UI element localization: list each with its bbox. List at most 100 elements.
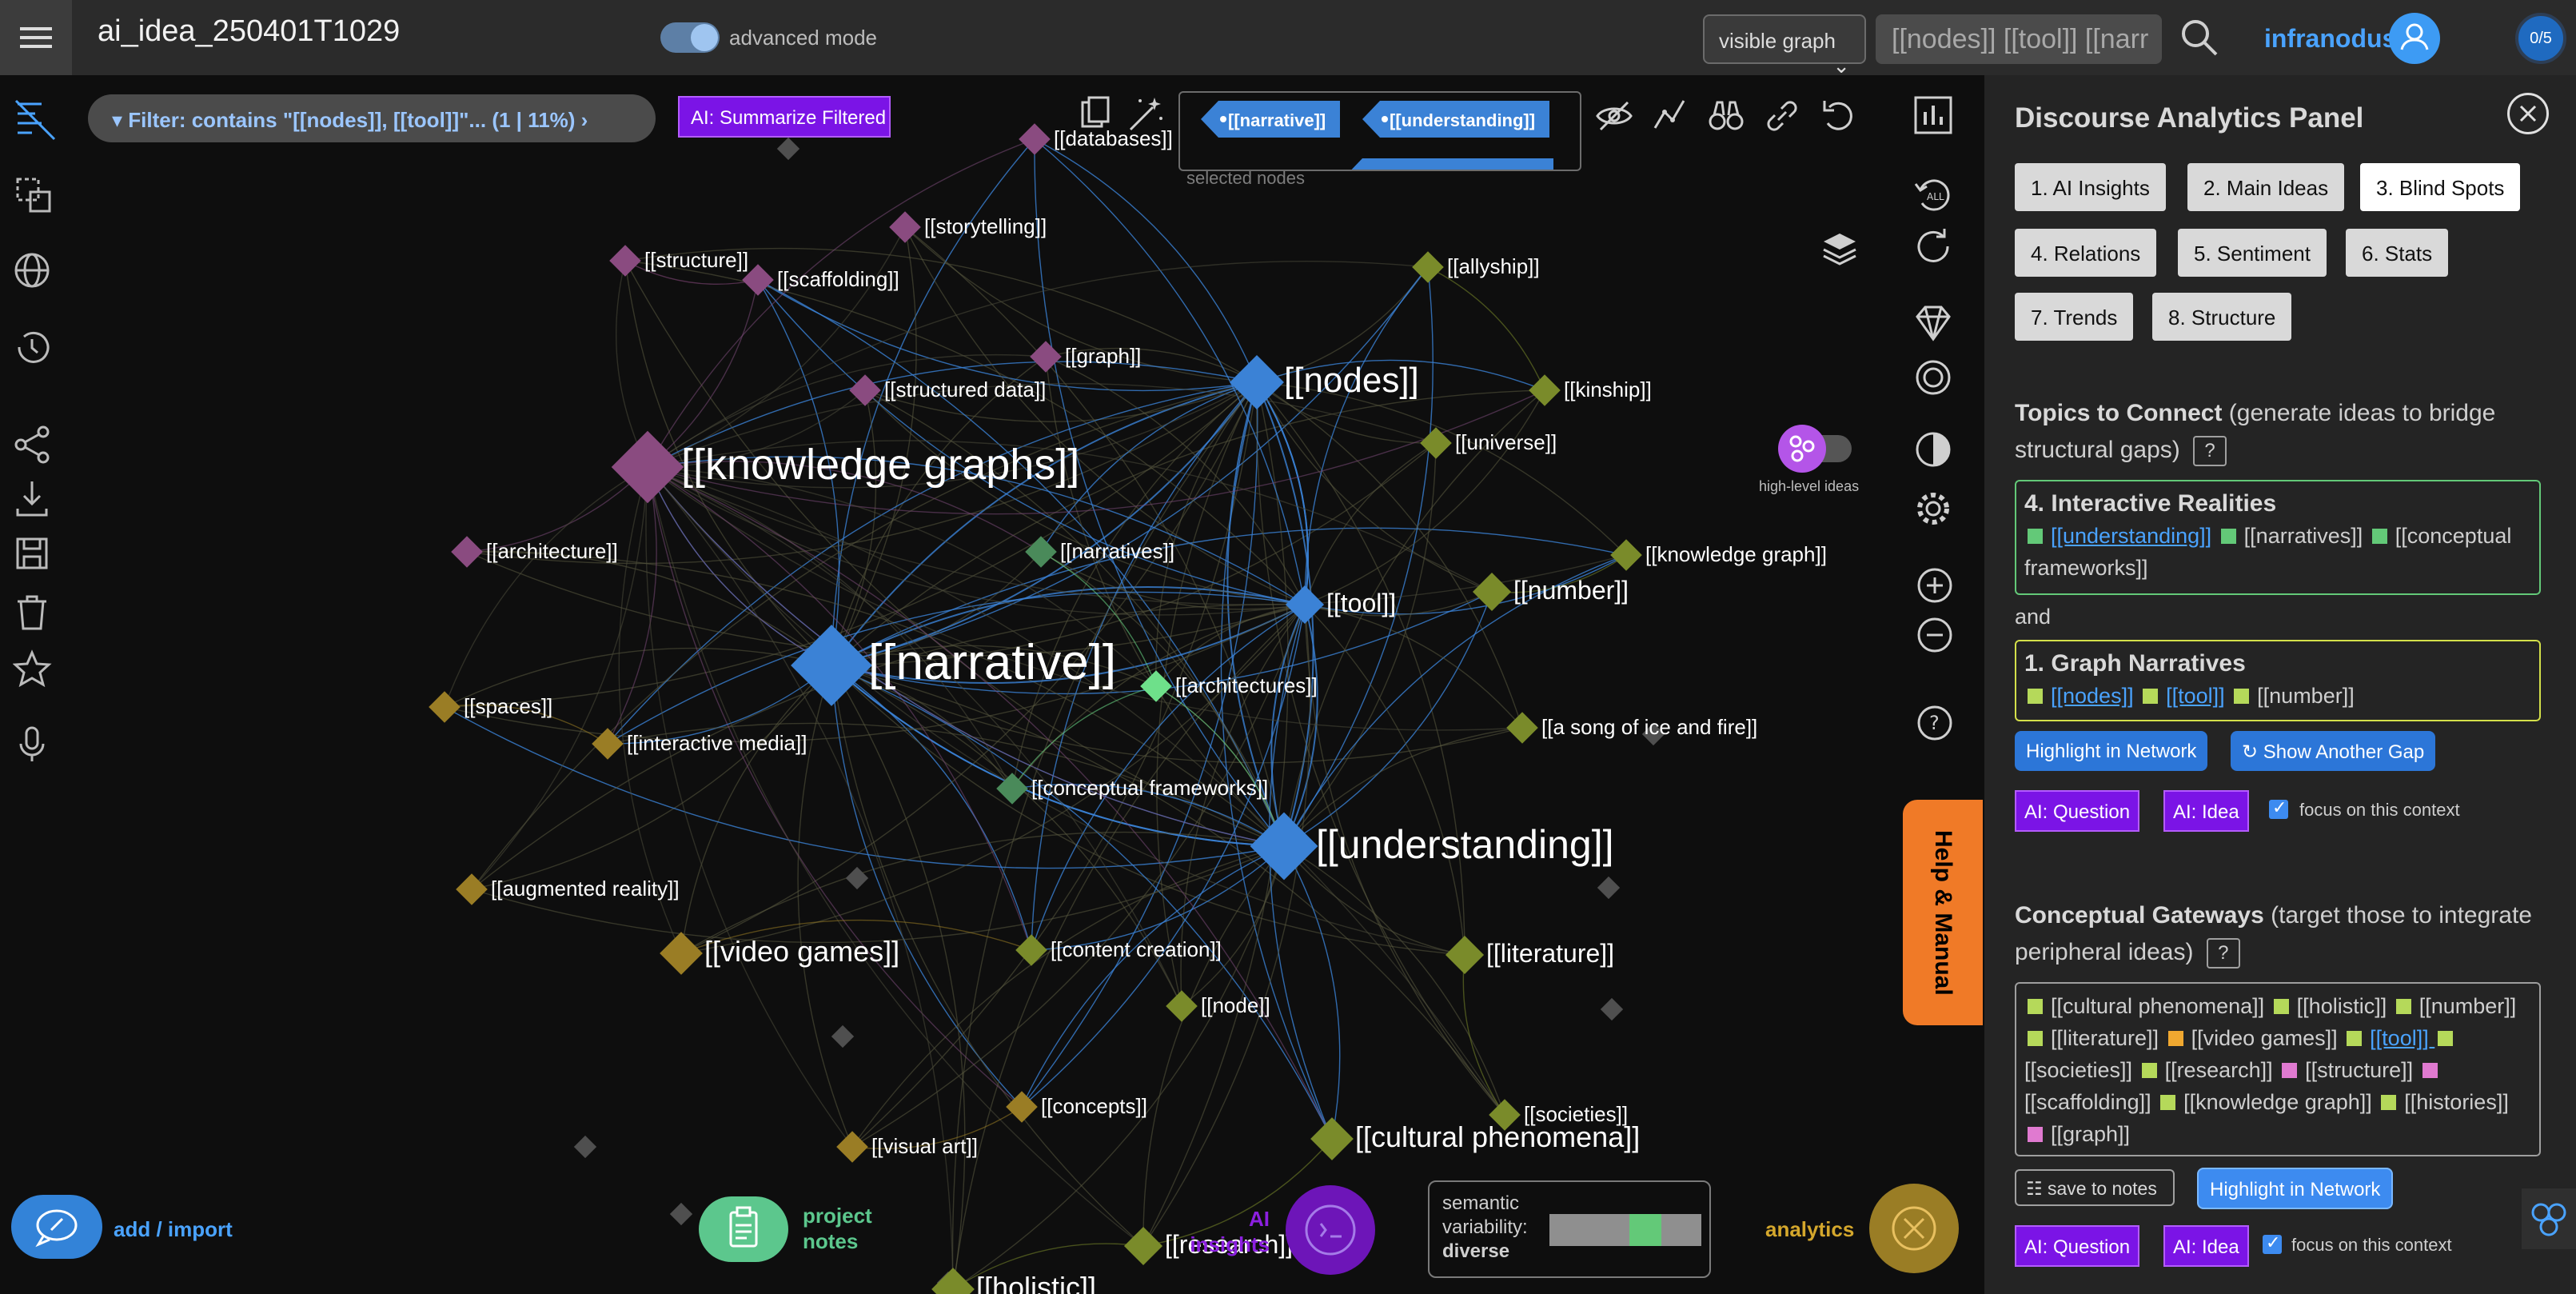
save-icon[interactable] <box>13 534 58 579</box>
graph-node[interactable] <box>592 728 624 760</box>
analytics-button[interactable] <box>1869 1184 1959 1273</box>
chart-icon[interactable] <box>1912 94 1954 136</box>
graph-node-label[interactable]: [[structure]] <box>644 250 748 270</box>
trash-icon[interactable] <box>13 593 58 638</box>
save-to-notes-button[interactable]: ☷ save to notes <box>2015 1169 2175 1206</box>
graph-node[interactable] <box>1310 1117 1354 1160</box>
tab-sentiment[interactable]: 5. Sentiment <box>2178 229 2327 277</box>
graph-node-label[interactable]: [[cultural phenomena]] <box>1355 1123 1640 1152</box>
ai-summarize-filtered-button[interactable]: AI: Summarize Filtered <box>678 96 891 138</box>
graph-node[interactable] <box>1420 427 1452 459</box>
graph-node-label[interactable]: [[interactive media]] <box>627 733 807 753</box>
gateways-ai-question-button[interactable]: AI: Question <box>2015 1225 2140 1267</box>
tab-structure[interactable]: 8. Structure <box>2152 293 2292 341</box>
graph-node-label[interactable]: [[scaffolding]] <box>777 269 899 290</box>
graph-node-label[interactable]: [[concepts]] <box>1041 1096 1147 1116</box>
tab-ai-insights[interactable]: 1. AI Insights <box>2015 163 2166 211</box>
graph-node-label[interactable]: [[nodes]] <box>1284 362 1419 398</box>
link-icon[interactable] <box>1762 96 1802 136</box>
search-icon[interactable] <box>2179 18 2219 58</box>
gateways-highlight-button[interactable]: Highlight in Network <box>2197 1168 2394 1209</box>
high-level-ideas-toggle[interactable] <box>1776 424 1856 473</box>
download-icon[interactable] <box>13 478 58 523</box>
show-another-gap-button[interactable]: ↻ Show Another Gap <box>2231 731 2436 771</box>
graph-node-label[interactable]: [[node]] <box>1201 995 1270 1016</box>
gap-term-link[interactable]: [[understanding]] <box>2051 524 2211 548</box>
graph-node[interactable] <box>1025 536 1057 568</box>
graph-node-label[interactable]: [[storytelling]] <box>924 216 1047 237</box>
zoom-out-icon[interactable] <box>1916 616 1954 654</box>
graph-node-label[interactable]: [[structured data]] <box>884 379 1046 400</box>
network-icon[interactable] <box>2522 1188 2576 1249</box>
graph-node-unlabeled[interactable] <box>573 1135 597 1159</box>
graph-node-label[interactable]: [[knowledge graph]] <box>1645 544 1827 565</box>
tab-trends[interactable]: 7. Trends <box>2015 293 2134 341</box>
graph-node[interactable] <box>1529 374 1561 406</box>
menu-icon[interactable] <box>0 0 72 75</box>
tab-stats[interactable]: 6. Stats <box>2346 229 2449 277</box>
graph-node-label[interactable]: [[architectures]] <box>1175 675 1318 696</box>
graph-node[interactable] <box>660 932 703 975</box>
highlight-in-network-button[interactable]: Highlight in Network <box>2015 731 2208 771</box>
diamond-icon[interactable] <box>1912 302 1954 344</box>
project-notes-label[interactable]: project notes <box>803 1203 899 1254</box>
graph-node-label[interactable]: [[kinship]] <box>1564 379 1652 400</box>
graph-node[interactable] <box>1445 935 1485 975</box>
graph-node[interactable] <box>456 873 488 905</box>
graph-node-label[interactable]: [[universe]] <box>1455 432 1557 453</box>
help-icon[interactable]: ? <box>1916 704 1954 742</box>
graph-node-unlabeled[interactable] <box>669 1202 693 1226</box>
gateway-term[interactable]: [[tool]] <box>2370 1026 2434 1050</box>
gap-term-link[interactable]: [[nodes]] <box>2051 684 2134 708</box>
add-import-button[interactable] <box>11 1195 102 1259</box>
graph-node[interactable] <box>1006 1091 1038 1123</box>
gap-box-2[interactable]: 1. Graph Narratives [[nodes]] [[tool]] [… <box>2015 640 2541 721</box>
graph-node-label[interactable]: [[holistic]] <box>976 1273 1096 1294</box>
add-import-label[interactable]: add / import <box>114 1217 233 1242</box>
graph-node[interactable] <box>889 211 921 243</box>
graph-view-select[interactable]: visible graph ⌄ <box>1703 14 1866 78</box>
ai-insights-button[interactable] <box>1286 1185 1375 1275</box>
credits-counter[interactable]: 0/5 <box>2515 13 2566 64</box>
ai-insights-label[interactable]: AI insights <box>1190 1206 1270 1257</box>
select-nodes-icon[interactable] <box>13 174 58 219</box>
graph-node-label[interactable]: [[conceptual frameworks]] <box>1031 777 1268 798</box>
filter-pill[interactable]: ▾ Filter: contains "[[nodes]], [[tool]]"… <box>88 94 656 142</box>
history-icon[interactable] <box>13 328 58 373</box>
gap-box-1[interactable]: 4. Interactive Realities [[understanding… <box>2015 480 2541 595</box>
gateways-ai-idea-button[interactable]: AI: Idea <box>2163 1225 2249 1267</box>
graph-node-label[interactable]: [[allyship]] <box>1447 256 1540 277</box>
graph-node-unlabeled[interactable] <box>776 137 800 161</box>
graph-node[interactable] <box>836 1131 868 1163</box>
graph-node[interactable] <box>451 536 483 568</box>
graph-node-label[interactable]: [[augmented reality]] <box>491 878 680 899</box>
graph-node[interactable] <box>1015 934 1047 966</box>
circle-icon[interactable] <box>1912 357 1954 398</box>
graph-node-unlabeled[interactable] <box>845 866 869 890</box>
microphone-icon[interactable] <box>13 725 58 769</box>
graph-node-label[interactable]: [[graph]] <box>1065 345 1141 366</box>
graph-node[interactable] <box>1412 251 1444 283</box>
contrast-icon[interactable] <box>1912 429 1954 470</box>
share-icon[interactable] <box>13 424 58 469</box>
layers-icon[interactable] <box>1820 229 1860 269</box>
star-icon[interactable] <box>13 649 58 694</box>
graph-node[interactable] <box>1506 712 1538 744</box>
focus-context-checkbox[interactable] <box>2269 797 2288 819</box>
advanced-mode-toggle[interactable] <box>660 22 720 53</box>
graph-node-label[interactable]: [[tool]] <box>1326 590 1396 616</box>
help-manual-tab[interactable]: Help & Manual <box>1903 800 1983 1025</box>
topics-help-button[interactable]: ? <box>2193 436 2227 467</box>
graph-node[interactable] <box>1230 355 1284 409</box>
graph-node[interactable] <box>1030 341 1062 373</box>
search-input[interactable]: [[nodes]] [[tool]] [[narr <box>1876 14 2162 64</box>
undo-icon[interactable] <box>1820 96 1860 136</box>
gateways-help-button[interactable]: ? <box>2206 938 2240 969</box>
graph-node-label[interactable]: [[content creation]] <box>1051 939 1222 960</box>
tab-main-ideas[interactable]: 2. Main Ideas <box>2187 163 2345 211</box>
graph-title[interactable]: ai_idea_250401T1029 <box>98 14 400 49</box>
project-notes-button[interactable] <box>699 1196 788 1262</box>
tab-relations[interactable]: 4. Relations <box>2015 229 2157 277</box>
graph-node-label[interactable]: [[architecture]] <box>486 541 618 561</box>
graph-node[interactable] <box>1123 1226 1163 1266</box>
